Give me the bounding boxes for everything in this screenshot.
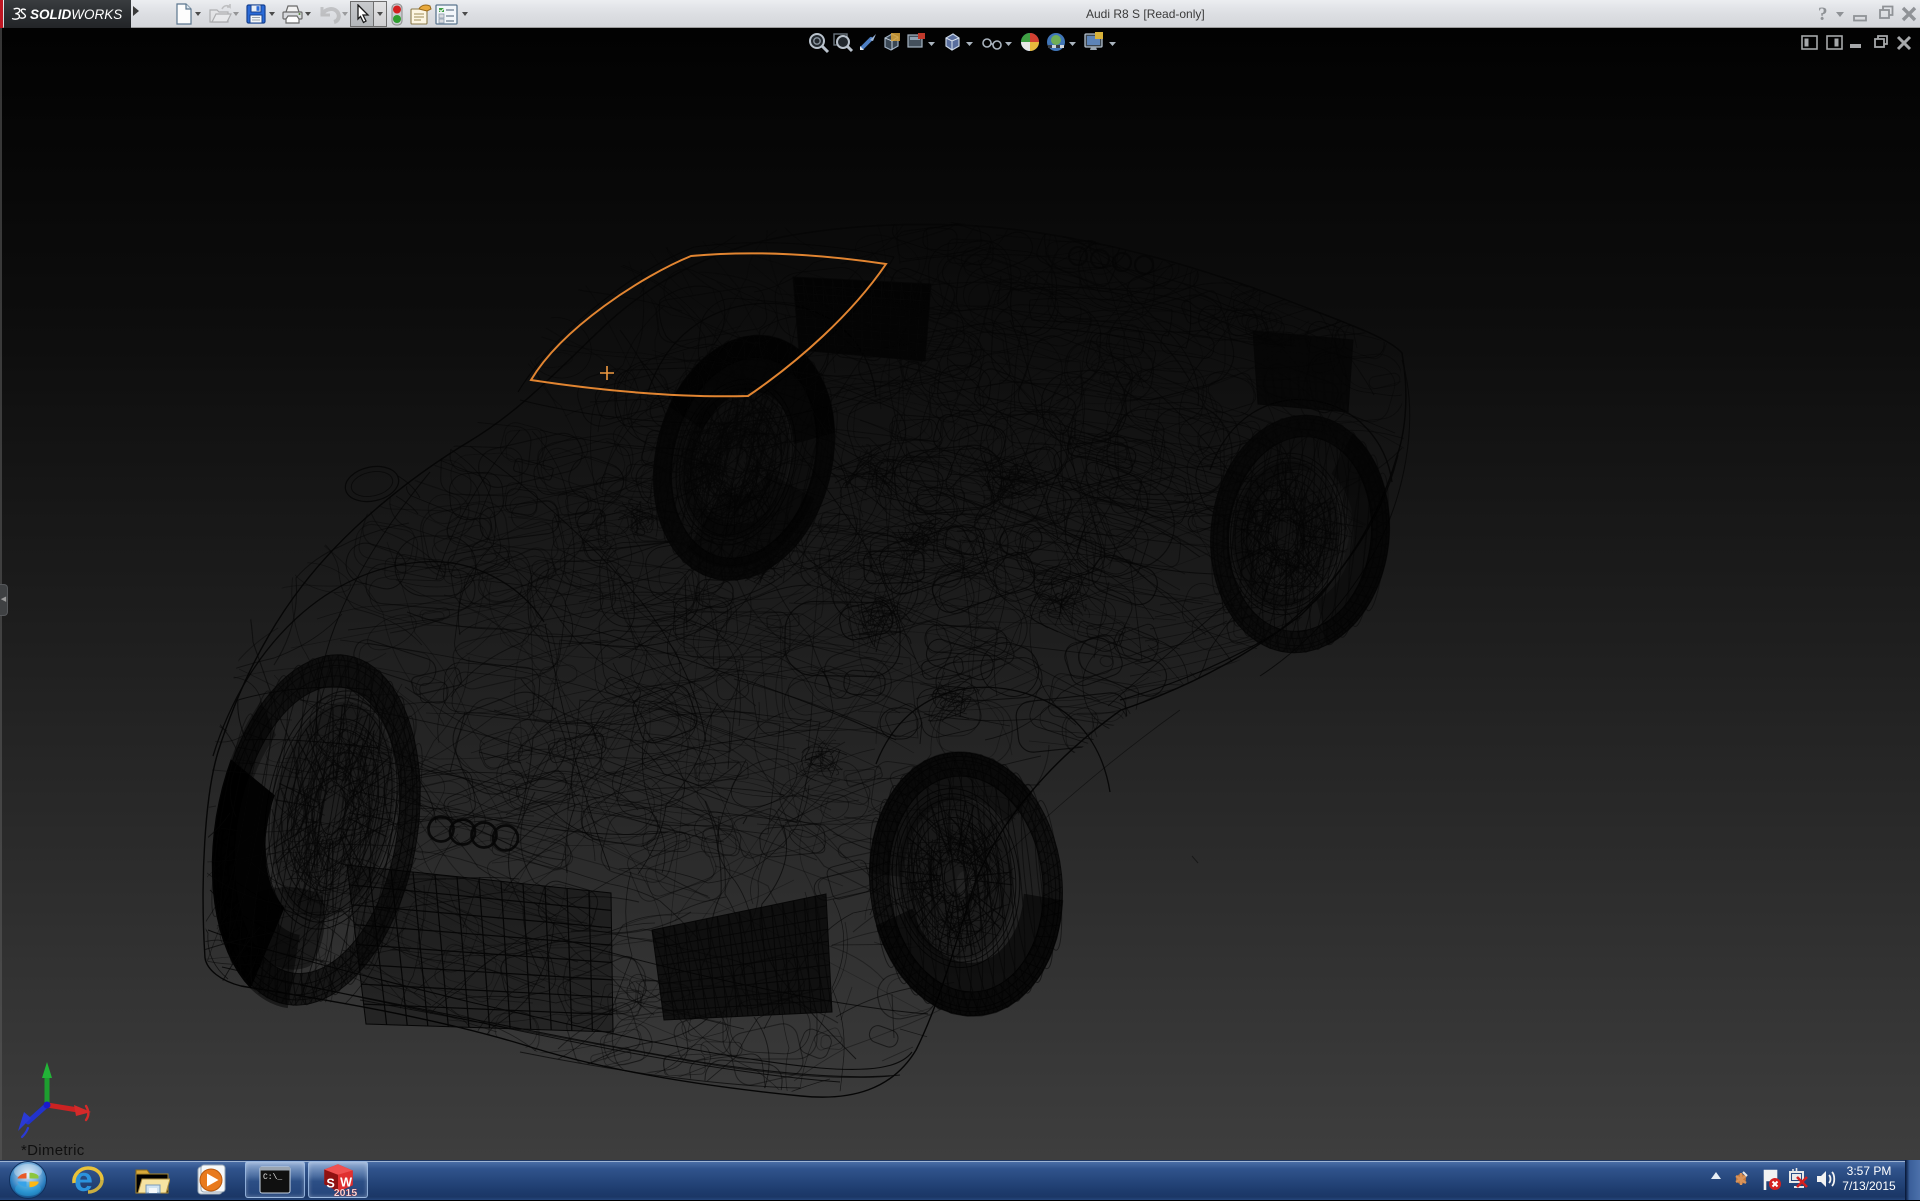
svg-text:C:\_: C:\_: [263, 1173, 282, 1182]
svg-text:?: ?: [1818, 4, 1828, 25]
svg-text:2015: 2015: [334, 1187, 358, 1198]
